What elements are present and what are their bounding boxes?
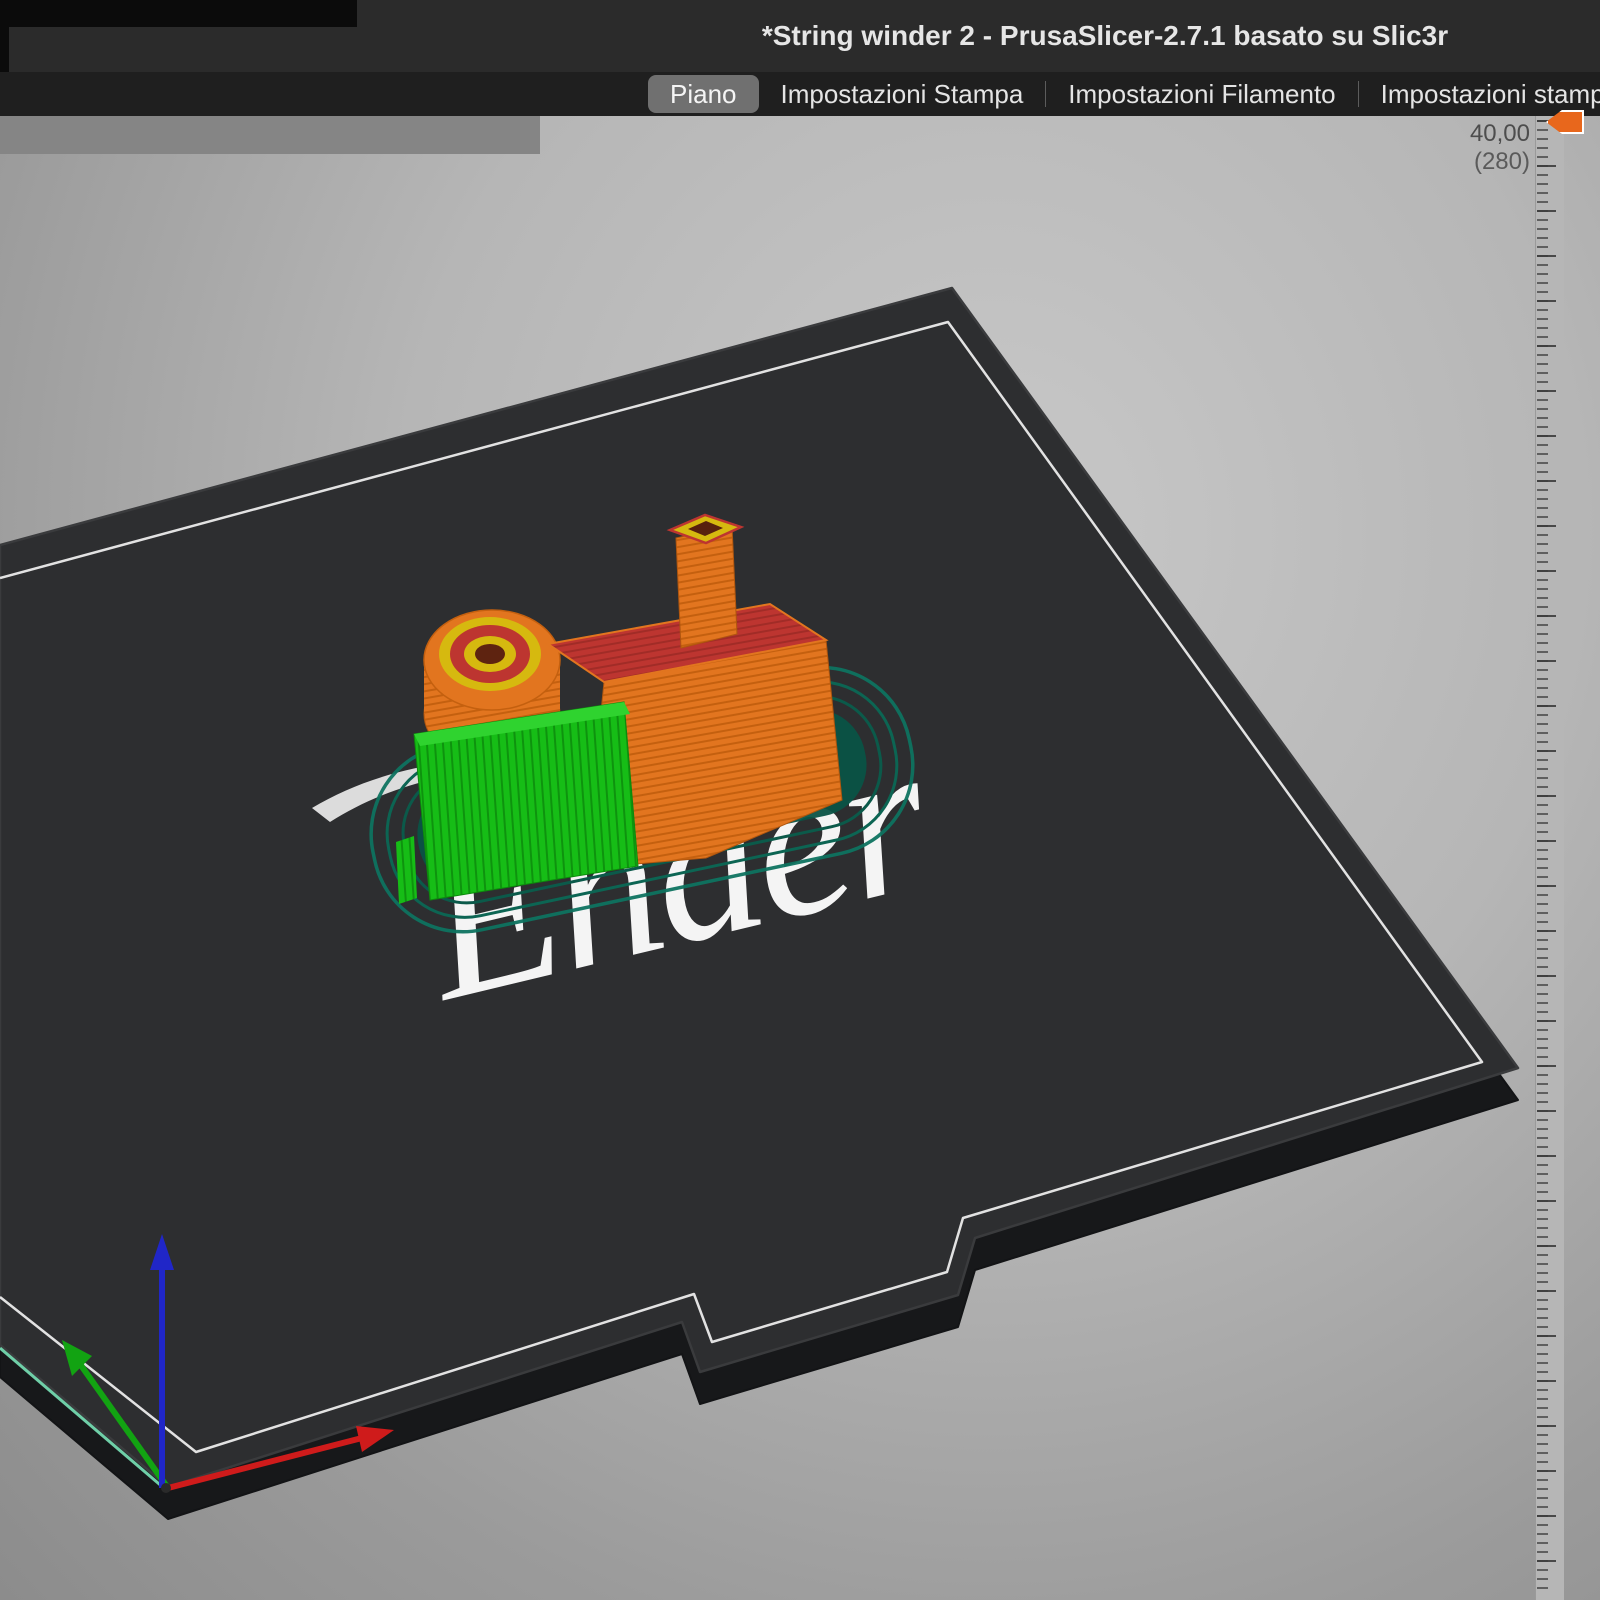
window-title: *String winder 2 - PrusaSlicer-2.7.1 bas…: [761, 20, 1449, 51]
model-tower: [666, 513, 745, 649]
tab-printer-settings[interactable]: Impostazioni stampante: [1359, 75, 1600, 113]
tab-bar: Piano Impostazioni Stampa Impostazioni F…: [0, 72, 1600, 116]
ruler-major-ticks: [1537, 120, 1556, 1596]
tab-print-settings[interactable]: Impostazioni Stampa: [759, 75, 1046, 113]
layer-slider-ruler[interactable]: [1535, 116, 1564, 1600]
app-window: Ender *String winder 2 - PrusaSlicer-2.7…: [0, 0, 1600, 1600]
tab-group: Piano Impostazioni Stampa Impostazioni F…: [648, 75, 1600, 113]
scene-canvas[interactable]: Ender: [0, 116, 1600, 1600]
menubar-remnant: [0, 0, 357, 27]
axes-origin: [161, 1483, 171, 1493]
viewport-3d[interactable]: Ender: [0, 116, 1600, 1600]
tab-filament-settings[interactable]: Impostazioni Filamento: [1046, 75, 1357, 113]
top-left-panel-bar: [0, 116, 540, 154]
tab-plater[interactable]: Piano: [648, 75, 759, 113]
layer-number: (280): [1473, 148, 1530, 175]
layer-height-value: 40,00: [1469, 120, 1530, 147]
